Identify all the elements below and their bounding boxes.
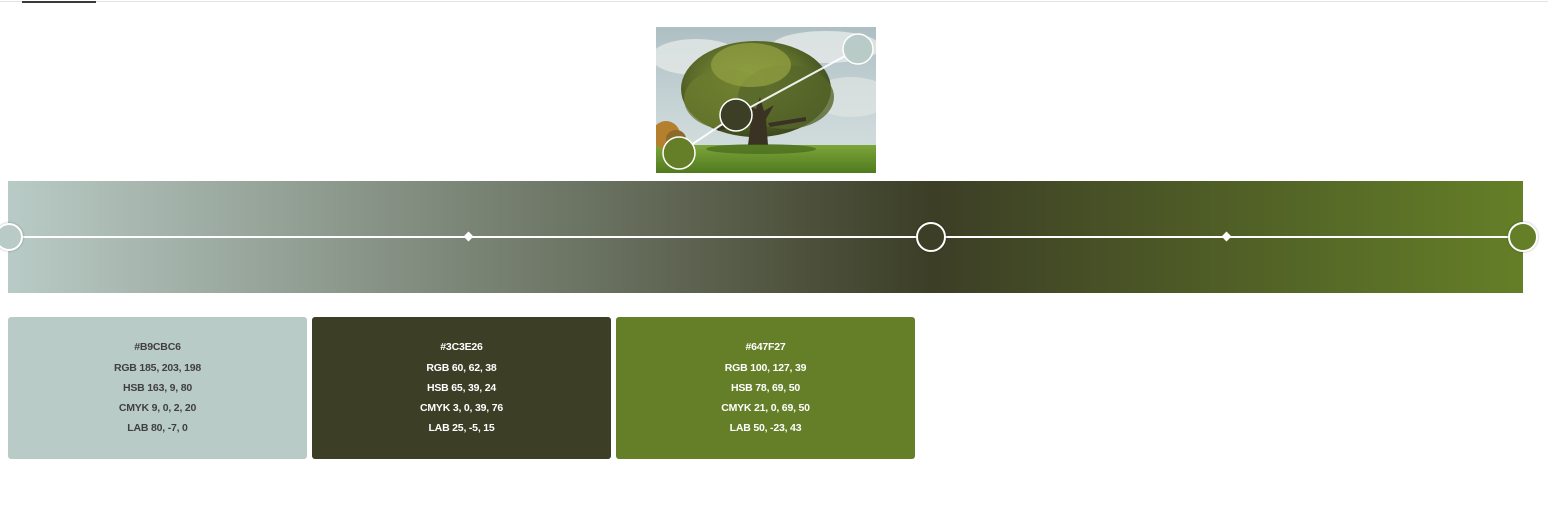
gradient-stop-handle-3[interactable] — [1508, 222, 1538, 252]
gradient-midpoint-handle-2[interactable] — [1221, 231, 1232, 242]
swatch-hex: #647F27 — [745, 341, 786, 354]
gradient-preview-bar[interactable] — [0, 181, 1538, 293]
color-swatch-2[interactable]: #3C3E26 RGB 60, 62, 38 HSB 65, 39, 24 CM… — [312, 317, 611, 459]
gradient-midpoint-handle-1[interactable] — [463, 231, 474, 242]
swatch-cmyk: CMYK 9, 0, 2, 20 — [118, 402, 197, 415]
picker-handle-2[interactable] — [719, 98, 753, 132]
gradient-track-line — [8, 236, 1523, 238]
color-swatch-1[interactable]: #B9CBC6 RGB 185, 203, 198 HSB 163, 9, 80… — [8, 317, 307, 459]
swatch-hsb: HSB 163, 9, 80 — [123, 381, 192, 394]
swatch-cmyk: CMYK 3, 0, 39, 76 — [420, 402, 503, 415]
picker-handle-3[interactable] — [662, 136, 696, 170]
active-tab-indicator — [22, 1, 96, 3]
source-image[interactable] — [656, 27, 876, 173]
swatch-hex: #B9CBC6 — [134, 341, 181, 354]
gradient-extractor-page: #B9CBC6 RGB 185, 203, 198 HSB 163, 9, 80… — [0, 0, 1548, 508]
swatch-hex: #3C3E26 — [440, 341, 483, 354]
swatch-rgb: RGB 100, 127, 39 — [724, 361, 807, 374]
swatch-hsb: HSB 78, 69, 50 — [731, 381, 800, 394]
gradient-stop-handle-1[interactable] — [0, 223, 23, 251]
swatch-lab: LAB 80, -7, 0 — [127, 422, 188, 435]
swatch-lab: LAB 50, -23, 43 — [729, 422, 802, 435]
swatch-lab: LAB 25, -5, 15 — [428, 422, 495, 435]
swatch-rgb: RGB 185, 203, 198 — [113, 361, 202, 374]
swatch-rgb: RGB 60, 62, 38 — [426, 361, 497, 374]
color-swatch-3[interactable]: #647F27 RGB 100, 127, 39 HSB 78, 69, 50 … — [616, 317, 915, 459]
picker-handle-1[interactable] — [842, 33, 874, 65]
swatch-hsb: HSB 65, 39, 24 — [427, 381, 496, 394]
gradient-stop-handle-2[interactable] — [916, 222, 946, 252]
tree-photo-icon — [656, 27, 876, 173]
top-divider — [0, 1, 1548, 2]
color-swatches: #B9CBC6 RGB 185, 203, 198 HSB 163, 9, 80… — [8, 317, 915, 459]
swatch-cmyk: CMYK 21, 0, 69, 50 — [721, 402, 810, 415]
